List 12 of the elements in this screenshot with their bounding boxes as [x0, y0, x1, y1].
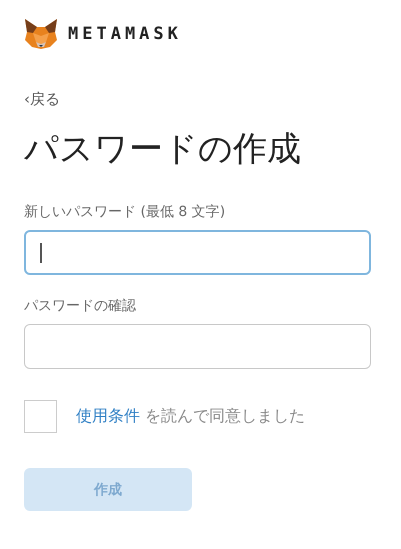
- page-title: パスワードの作成: [24, 128, 301, 171]
- field-label: 新しいパスワード (最低 8 文字): [24, 203, 226, 222]
- field-label: パスワードの確認: [24, 297, 136, 316]
- password-field[interactable]: [24, 324, 371, 370]
- text-cursor: [40, 242, 42, 263]
- brand-name: METAMASK: [68, 24, 182, 44]
- terms-link[interactable]: 使用条件: [76, 406, 140, 426]
- agreement-text: 使用条件 を読んで同意しました: [76, 406, 306, 428]
- fox-logo-icon: [24, 18, 58, 50]
- back-link[interactable]: ‹戻る: [24, 90, 60, 109]
- password-field[interactable]: [24, 230, 371, 276]
- agreement-checkbox[interactable]: [24, 400, 57, 434]
